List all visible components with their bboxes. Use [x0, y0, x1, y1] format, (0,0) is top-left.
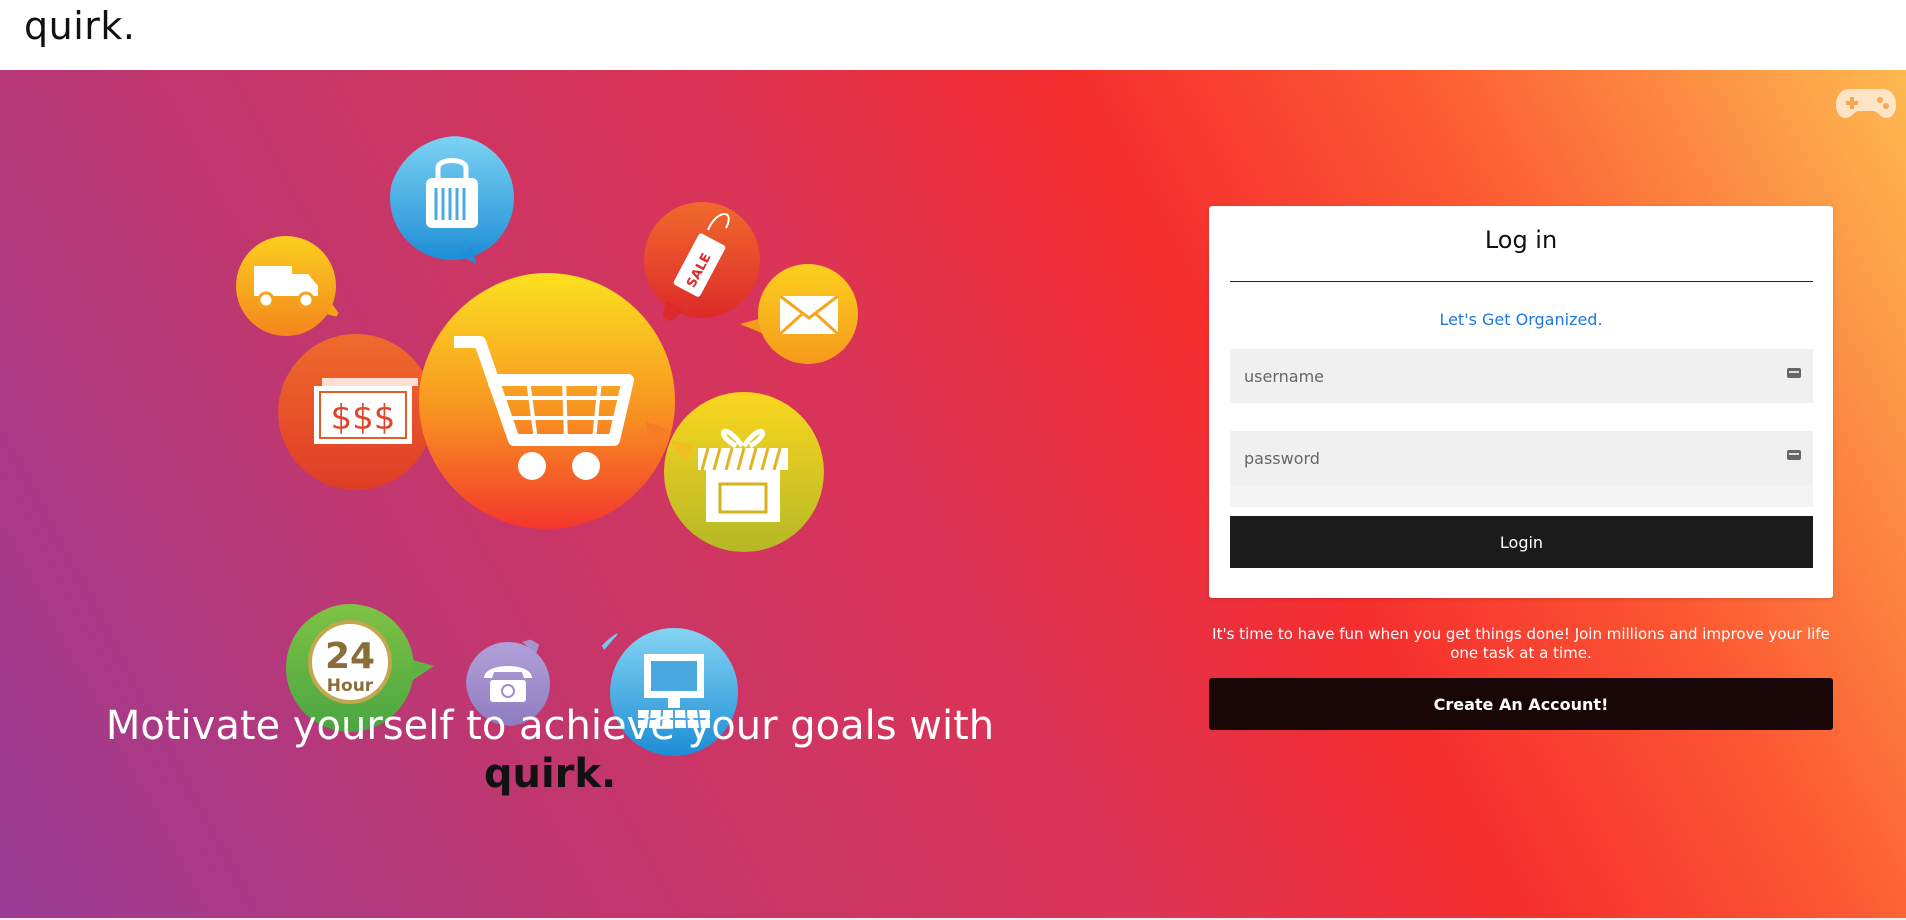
- money-label: $$$: [331, 398, 396, 438]
- login-card: Log in Let's Get Organized. Login: [1209, 206, 1833, 598]
- hours-label: Hour: [327, 676, 374, 696]
- password-input[interactable]: [1230, 431, 1784, 485]
- shopping-bag-icon: [390, 136, 514, 264]
- truck-icon: [236, 236, 342, 336]
- hero-tagline: Motivate yourself to achieve your goals …: [100, 702, 1000, 798]
- hours-number: 24: [325, 636, 375, 677]
- login-divider: [1230, 281, 1813, 282]
- login-subtitle: Let's Get Organized.: [1439, 310, 1603, 329]
- promo-text: It's time to have fun when you get thing…: [1212, 625, 1830, 662]
- navbar: quirk.: [0, 0, 1906, 70]
- shopping-illustration: SALE $$$ 24 Hour: [220, 136, 870, 760]
- keyboard-icon: [1787, 368, 1801, 378]
- tagline-text: Motivate yourself to achieve your goals …: [105, 703, 995, 749]
- envelope-icon: [740, 264, 858, 364]
- username-input[interactable]: [1230, 349, 1784, 403]
- tagline-brand: quirk.: [483, 751, 617, 797]
- create-account-button[interactable]: Create An Account!: [1209, 678, 1833, 730]
- keyboard-icon: [1787, 450, 1801, 460]
- gift-icon: [664, 392, 824, 552]
- username-field-container: [1230, 349, 1813, 403]
- cart-icon: [419, 273, 675, 529]
- hero-section: SALE $$$ 24 Hour Motivate yourself to ac…: [0, 70, 1906, 918]
- password-field-container: [1230, 431, 1813, 485]
- login-button[interactable]: Login: [1230, 516, 1813, 568]
- gamepad-icon[interactable]: [1836, 87, 1896, 119]
- password-field-strip: [1230, 485, 1813, 507]
- login-title: Log in: [1484, 226, 1558, 254]
- brand-logo[interactable]: quirk.: [24, 4, 135, 48]
